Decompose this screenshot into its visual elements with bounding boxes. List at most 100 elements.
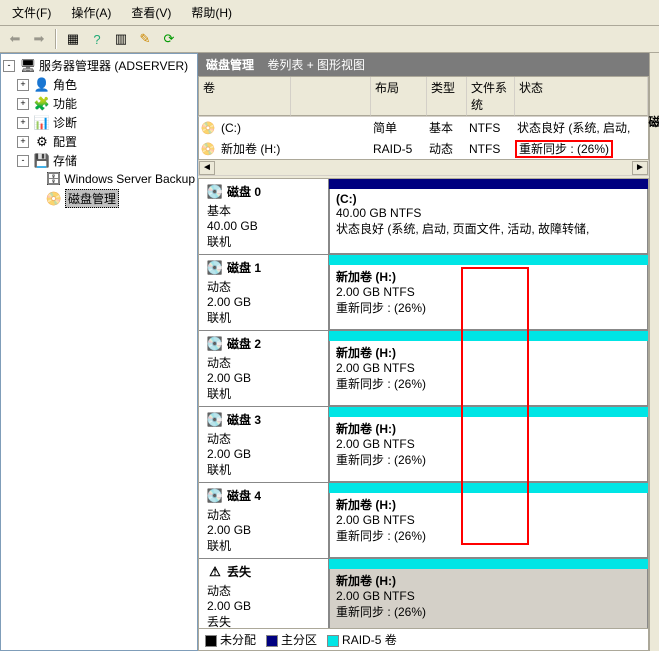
tree-wsb-label: Windows Server Backup (64, 172, 195, 186)
col-filesystem[interactable]: 文件系统 (467, 77, 515, 116)
toolbar: ⬅ ➡ ▦ ? ▥ ✎ ⟳ (0, 26, 659, 53)
volume-icon: 📀 (199, 142, 217, 156)
vol-name: 新加卷 (H:) (336, 344, 396, 361)
config-icon: ⚙ (34, 134, 50, 150)
expand-icon[interactable]: + (17, 79, 29, 91)
tree-wsb[interactable]: 🗄 Windows Server Backup (31, 170, 195, 188)
expand-icon[interactable]: + (17, 136, 29, 148)
vol-detail: 40.00 GB NTFS (336, 206, 641, 220)
diskmgmt-icon: 📀 (46, 191, 62, 207)
navigation-tree[interactable]: - 🖥 服务器管理器 (ADSERVER) + 👤 角色 + 🧩 功能 + 📊 (0, 53, 198, 651)
disk-row[interactable]: 💽磁盘 3动态2.00 GB联机新加卷 (H:)2.00 GB NTFS重新同步… (199, 407, 648, 483)
cell-status-highlighted: 重新同步 : (26%) (513, 139, 617, 158)
view-icons-button[interactable]: ▦ (62, 28, 84, 50)
disk-state: 联机 (207, 233, 320, 250)
panel-title: 磁盘管理 (206, 58, 254, 72)
disk-allocation[interactable]: (C:)40.00 GB NTFS状态良好 (系统, 启动, 页面文件, 活动,… (329, 179, 648, 254)
disk-title: 磁盘 4 (227, 487, 261, 504)
disk-row[interactable]: 💽磁盘 0基本40.00 GB联机(C:)40.00 GB NTFS状态良好 (… (199, 179, 648, 255)
tree-features-label: 功能 (53, 95, 77, 112)
tree-config[interactable]: + ⚙ 配置 (17, 132, 195, 151)
table-row[interactable]: 📀 新加卷 (H:) RAID-5 动态 NTFS 重新同步 : (26%) (199, 138, 648, 159)
tree-roles-label: 角色 (53, 76, 77, 93)
col-volume[interactable]: 卷 (199, 77, 291, 116)
menu-view[interactable]: 查看(V) (125, 2, 177, 23)
tree-roles[interactable]: + 👤 角色 (17, 75, 195, 94)
disk-type: 动态 (207, 506, 320, 523)
disk-state: 联机 (207, 537, 320, 554)
disk-title: 磁盘 1 (227, 259, 261, 276)
volume-box[interactable]: 新加卷 (H:)2.00 GB NTFS重新同步 : (26%) (329, 417, 648, 482)
disk-allocation[interactable]: 新加卷 (H:)2.00 GB NTFS重新同步 : (26%) (329, 407, 648, 482)
tree-diagnostics[interactable]: + 📊 诊断 (17, 113, 195, 132)
disk-icon: 💽 (207, 412, 223, 428)
tree-storage[interactable]: - 💾 存储 (17, 151, 195, 170)
legend: 未分配 主分区 RAID-5 卷 (199, 628, 648, 650)
volume-box[interactable]: 新加卷 (H:)2.00 GB NTFS重新同步 : (26%) (329, 265, 648, 330)
swatch-cyan (327, 635, 339, 647)
volume-box[interactable]: (C:)40.00 GB NTFS状态良好 (系统, 启动, 页面文件, 活动,… (329, 189, 648, 254)
menu-file[interactable]: 文件(F) (6, 2, 57, 23)
disk-icon: 💽 (207, 184, 223, 200)
tree-config-label: 配置 (53, 133, 77, 150)
cell-fs: NTFS (465, 120, 513, 136)
disk-row[interactable]: 💽磁盘 4 动态2.00 GB联机新加卷 (H:)2.00 GB NTFS重新同步… (199, 483, 648, 559)
menu-action[interactable]: 操作(A) (65, 2, 117, 23)
disk-type: 基本 (207, 202, 320, 219)
refresh-button[interactable]: ⟳ (158, 28, 180, 50)
panel-subtitle: 卷列表 + 图形视图 (267, 58, 365, 72)
vol-detail: 2.00 GB NTFS (336, 361, 641, 375)
scrollbar-horizontal[interactable]: ◄ ► (198, 160, 649, 176)
vol-extra: 重新同步 : (26%) (336, 451, 641, 468)
col-status[interactable]: 状态 (515, 77, 648, 116)
disk-row[interactable]: 💽磁盘 1动态2.00 GB联机新加卷 (H:)2.00 GB NTFS重新同步… (199, 255, 648, 331)
table-row[interactable]: 📀 (C:) 简单 基本 NTFS 状态良好 (系统, 启动, (199, 117, 648, 138)
disk-size: 2.00 GB (207, 523, 320, 537)
view-detail-button[interactable]: ▥ (110, 28, 132, 50)
expand-icon[interactable]: + (17, 98, 29, 110)
disk-state: 联机 (207, 385, 320, 402)
col-spacer (291, 77, 371, 116)
col-type[interactable]: 类型 (427, 77, 467, 116)
volume-list: 📀 (C:) 简单 基本 NTFS 状态良好 (系统, 启动, 📀 新加卷 (H… (198, 117, 649, 160)
menu-help[interactable]: 帮助(H) (185, 2, 238, 23)
volume-box[interactable]: 新加卷 (H:)2.00 GB NTFS重新同步 : (26%) (329, 341, 648, 406)
volume-table-header[interactable]: 卷 布局 类型 文件系统 状态 (198, 76, 649, 117)
vol-extra: 重新同步 : (26%) (336, 527, 641, 544)
disk-allocation[interactable]: 新加卷 (H:)2.00 GB NTFS重新同步 : (26%) (329, 331, 648, 406)
disk-size: 2.00 GB (207, 599, 320, 613)
disk-size: 2.00 GB (207, 295, 320, 309)
tree-features[interactable]: + 🧩 功能 (17, 94, 195, 113)
disk-stripe (329, 331, 648, 341)
menu-bar: 文件(F) 操作(A) 查看(V) 帮助(H) (0, 0, 659, 26)
collapse-icon[interactable]: - (17, 155, 29, 167)
volume-box[interactable]: 新加卷 (H:)2.00 GB NTFS重新同步 : (26%) (329, 493, 648, 558)
disk-icon: 💽 (207, 488, 223, 504)
scroll-left-icon[interactable]: ◄ (199, 161, 215, 175)
disk-title: 丢失 (227, 563, 251, 580)
disk-allocation[interactable]: 新加卷 (H:)2.00 GB NTFS重新同步 : (26%) (329, 483, 648, 558)
swatch-black (205, 635, 217, 647)
disk-row[interactable]: 💽磁盘 2动态2.00 GB联机新加卷 (H:)2.00 GB NTFS重新同步… (199, 331, 648, 407)
properties-button[interactable]: ✎ (134, 28, 156, 50)
scroll-right-icon[interactable]: ► (632, 161, 648, 175)
volume-box[interactable]: 新加卷 (H:)2.00 GB NTFS重新同步 : (26%) (329, 569, 648, 634)
disk-size: 2.00 GB (207, 371, 320, 385)
disk-allocation[interactable]: 新加卷 (H:)2.00 GB NTFS重新同步 : (26%) (329, 255, 648, 330)
nav-forward-button[interactable]: ➡ (28, 28, 50, 50)
disk-size: 2.00 GB (207, 447, 320, 461)
help-topics-button[interactable]: ? (86, 28, 108, 50)
panel-header: 磁盘管理 卷列表 + 图形视图 (198, 53, 649, 76)
nav-back-button[interactable]: ⬅ (4, 28, 26, 50)
disk-row[interactable]: ⚠丢失动态2.00 GB丢失新加卷 (H:)2.00 GB NTFS重新同步 :… (199, 559, 648, 635)
disk-allocation[interactable]: 新加卷 (H:)2.00 GB NTFS重新同步 : (26%) (329, 559, 648, 634)
tree-root[interactable]: - 🖥 服务器管理器 (ADSERVER) (3, 56, 195, 75)
disk-info-box: ⚠丢失动态2.00 GB丢失 (199, 559, 329, 634)
disk-icon: ⚠ (207, 564, 223, 580)
cell-name: 新加卷 (H:) (217, 139, 369, 158)
tree-diskmgmt[interactable]: 📀 磁盘管理 (31, 188, 195, 209)
col-layout[interactable]: 布局 (371, 77, 427, 116)
disk-title: 磁盘 3 (227, 411, 261, 428)
expand-icon[interactable]: + (17, 117, 29, 129)
collapse-icon[interactable]: - (3, 60, 15, 72)
